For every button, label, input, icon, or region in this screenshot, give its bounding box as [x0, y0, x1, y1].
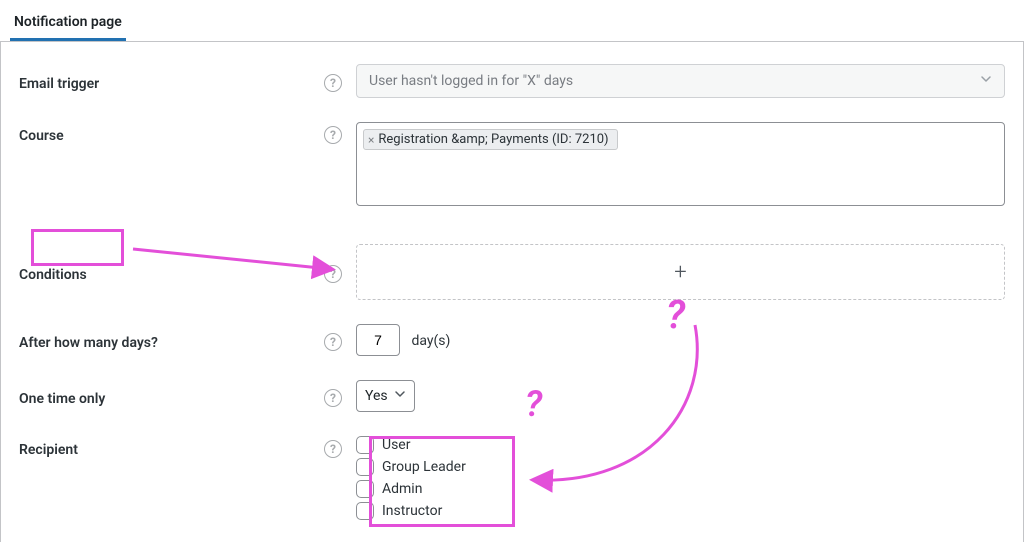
recipient-option-admin[interactable]: Admin	[356, 480, 1005, 498]
row-course: Course ? × Registration &amp; Payments (…	[19, 122, 1005, 206]
one-time-value: Yes	[365, 388, 388, 404]
chevron-down-icon	[394, 388, 406, 404]
plus-icon: +	[674, 260, 686, 285]
one-time-select[interactable]: Yes	[356, 380, 415, 412]
row-conditions: Conditions ? +	[19, 244, 1005, 300]
checkbox-instructor[interactable]	[356, 502, 374, 520]
form-panel: Email trigger ? User hasn't logged in fo…	[0, 42, 1024, 542]
email-trigger-value: User hasn't logged in for "X" days	[369, 73, 573, 89]
after-days-input[interactable]	[356, 324, 400, 356]
help-icon: ?	[324, 389, 342, 407]
help-course[interactable]: ?	[324, 126, 346, 144]
checkbox-user[interactable]	[356, 436, 374, 454]
checkbox-admin[interactable]	[356, 480, 374, 498]
after-days-suffix: day(s)	[411, 333, 450, 349]
tab-notification-page[interactable]: Notification page	[10, 8, 126, 41]
recipient-label: User	[382, 437, 410, 453]
help-icon: ?	[324, 265, 342, 283]
label-email-trigger: Email trigger	[19, 70, 324, 92]
help-email-trigger[interactable]: ?	[324, 74, 346, 92]
tab-bar: Notification page	[0, 0, 1024, 42]
label-course: Course	[19, 122, 324, 144]
chevron-down-icon	[980, 73, 992, 89]
label-recipient: Recipient	[19, 436, 324, 458]
row-one-time: One time only ? Yes	[19, 380, 1005, 412]
remove-icon[interactable]: ×	[368, 133, 374, 147]
row-recipient: Recipient ? User Group Leader Admin Inst…	[19, 436, 1005, 524]
course-tag-text: Registration &amp; Payments (ID: 7210)	[378, 132, 608, 147]
row-after-days: After how many days? ? day(s)	[19, 324, 1005, 356]
course-tag-input[interactable]: × Registration &amp; Payments (ID: 7210)	[356, 122, 1005, 206]
recipient-option-group-leader[interactable]: Group Leader	[356, 458, 1005, 476]
help-icon: ?	[324, 74, 342, 92]
label-after-days: After how many days?	[19, 329, 324, 351]
help-icon: ?	[324, 126, 342, 144]
label-one-time: One time only	[19, 385, 324, 407]
help-icon: ?	[324, 333, 342, 351]
recipient-label: Instructor	[382, 503, 442, 519]
label-conditions: Conditions	[19, 261, 324, 283]
email-trigger-select[interactable]: User hasn't logged in for "X" days	[356, 64, 1005, 98]
help-one-time[interactable]: ?	[324, 389, 346, 407]
recipient-option-instructor[interactable]: Instructor	[356, 502, 1005, 520]
recipient-option-user[interactable]: User	[356, 436, 1005, 454]
help-icon: ?	[324, 440, 342, 458]
checkbox-group-leader[interactable]	[356, 458, 374, 476]
course-tag[interactable]: × Registration &amp; Payments (ID: 7210)	[363, 129, 618, 150]
help-conditions[interactable]: ?	[324, 265, 346, 283]
row-email-trigger: Email trigger ? User hasn't logged in fo…	[19, 64, 1005, 98]
help-after-days[interactable]: ?	[324, 333, 346, 351]
help-recipient[interactable]: ?	[324, 440, 346, 458]
recipient-label: Group Leader	[382, 459, 466, 475]
recipient-label: Admin	[382, 481, 422, 497]
add-condition-button[interactable]: +	[356, 244, 1005, 300]
